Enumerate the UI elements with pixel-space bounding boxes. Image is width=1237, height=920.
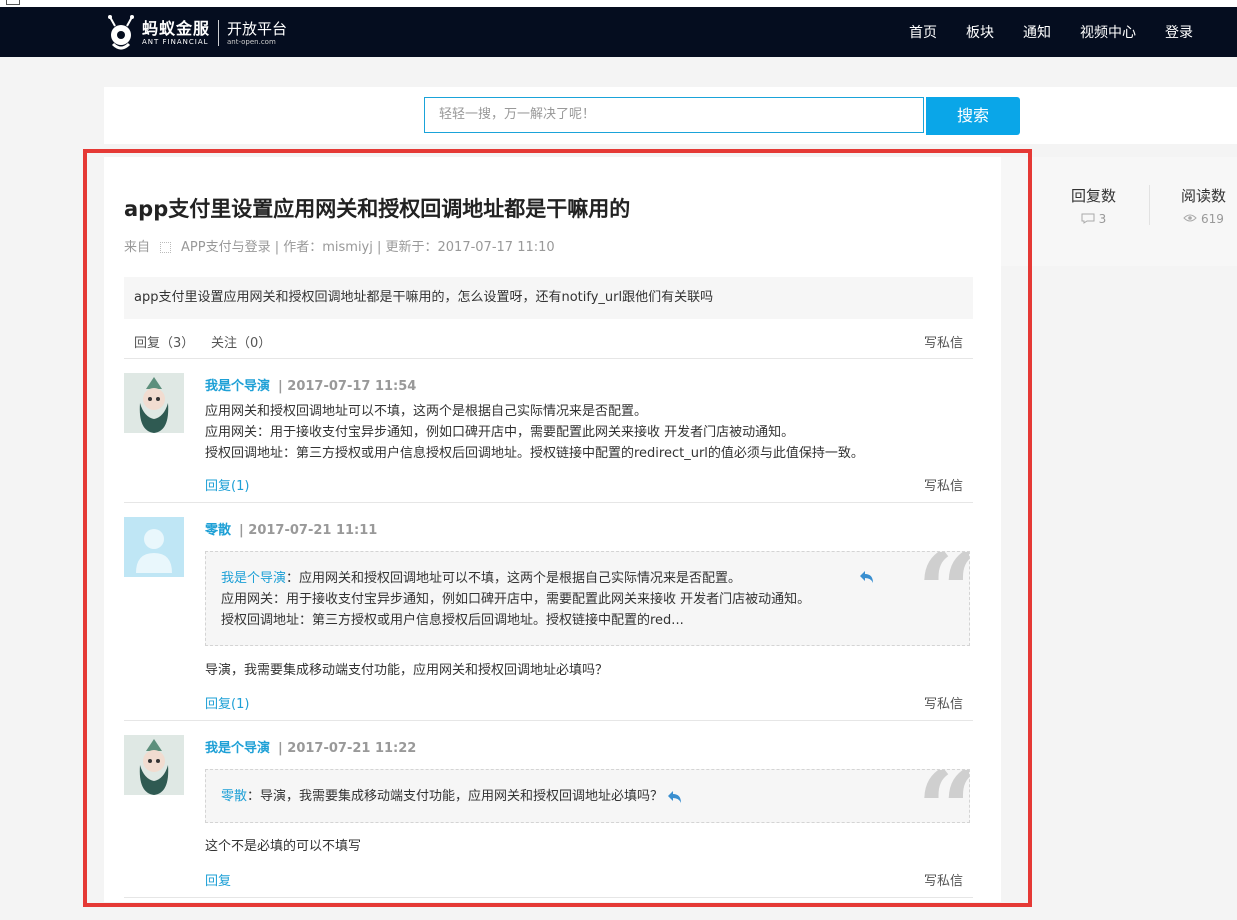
stats-divider [1149, 185, 1150, 225]
reply-button[interactable]: 回复(1) [205, 693, 249, 712]
quote-line: 零散：导演，我需要集成移动端支付功能，应用网关和授权回调地址必填吗？ [221, 786, 969, 807]
replies-value: 3 [1098, 212, 1107, 226]
nav-home[interactable]: 首页 [909, 22, 937, 42]
post-stats-panel: 回复数 3 阅读数 619 [1001, 157, 1237, 266]
meta-details: APP支付与登录 | 作者：mismiyj | 更新于：2017-07-17 1… [181, 240, 555, 255]
top-nav: 首页 板块 通知 视频中心 登录 [880, 7, 1193, 57]
reply-body: 这个不是必填的可以不填写 [205, 839, 362, 854]
reply-date: | 2017-07-17 11:54 [278, 379, 417, 394]
nav-video-center[interactable]: 视频中心 [1080, 22, 1136, 42]
post-tabs: 回复（3） 关注（0） 写私信 [124, 323, 973, 359]
reply-body: 导演，我需要集成移动端支付功能，应用网关和授权回调地址必填吗？ [205, 663, 609, 678]
reply-item: 零散 | 2017-07-21 11:11 我是个导演：应用网关和授权回调地址可以… [124, 503, 973, 721]
quote-author[interactable]: 我是个导演 [221, 571, 286, 586]
private-message-link[interactable]: 写私信 [924, 693, 963, 712]
quote-line: 授权回调地址：第三方授权或用户信息授权后回调地址。授权链接中配置的red... [221, 613, 684, 628]
search-input[interactable]: 轻轻一搜，万一解决了呢！ [424, 97, 924, 133]
quoted-reply: 我是个导演：应用网关和授权回调地址可以不填，这两个是根据自己实际情况来是否配置。… [205, 551, 970, 646]
quote-mark-icon: “ [916, 551, 969, 646]
reply-author[interactable]: 我是个导演 | 2017-07-21 11:22 [205, 737, 416, 756]
quote-text: ：导演，我需要集成移动端支付功能，应用网关和授权回调地址必填吗？ [247, 789, 664, 804]
private-message-link[interactable]: 写私信 [924, 332, 963, 351]
reply-line: 应用网关和授权回调地址可以不填，这两个是根据自己实际情况来是否配置。 [205, 404, 648, 419]
logo-divider [218, 20, 220, 46]
ant-logo-icon [108, 15, 134, 50]
avatar[interactable] [124, 517, 184, 577]
author-name[interactable]: 零散 [205, 523, 231, 538]
reply-author[interactable]: 零散 | 2017-07-21 11:11 [205, 519, 377, 538]
reply-arrow-icon[interactable] [859, 570, 875, 584]
site-header: 蚂蚁金服 ANT FINANCIAL 开放平台 ant-open.com 首页 … [0, 7, 1237, 57]
author-name[interactable]: 我是个导演 [205, 379, 270, 394]
reply-date: | 2017-07-21 11:22 [278, 741, 417, 756]
search-button[interactable]: 搜索 [926, 97, 1020, 135]
reply-line: 应用网关：用于接收支付宝异步通知，例如口碑开店中，需要配置此网关来接收 开发者门… [205, 425, 795, 440]
reads-stat: 阅读数 619 [1181, 185, 1226, 226]
reply-item: 我是个导演 | 2017-07-21 11:22 零散：导演，我需要集成移动端支付… [124, 721, 973, 898]
board-icon [160, 242, 172, 253]
reply-body: 应用网关和授权回调地址可以不填，这两个是根据自己实际情况来是否配置。 应用网关：… [205, 401, 864, 464]
tab-replies[interactable]: 回复（3） [134, 332, 194, 351]
question-body: app支付里设置应用网关和授权回调地址都是干嘛用的，怎么设置呀，还有notify… [124, 277, 973, 319]
reply-author[interactable]: 我是个导演 | 2017-07-17 11:54 [205, 375, 416, 394]
platform-cn: 开放平台 [227, 19, 288, 38]
window-edge-icon [6, 0, 20, 5]
platform-en: ant-open.com [227, 37, 276, 46]
replies-count: 3 [1071, 212, 1116, 226]
author-name[interactable]: 我是个导演 [205, 741, 270, 756]
private-message-link[interactable]: 写私信 [924, 475, 963, 494]
reads-count: 619 [1181, 212, 1226, 226]
nav-login[interactable]: 登录 [1165, 22, 1193, 42]
quote-line: 应用网关：用于接收支付宝异步通知，例如口碑开店中，需要配置此网关来接收 开发者门… [221, 592, 811, 607]
replies-stat: 回复数 3 [1071, 185, 1116, 226]
site-logo[interactable]: 蚂蚁金服 ANT FINANCIAL 开放平台 ant-open.com [104, 13, 287, 53]
reads-label: 阅读数 [1181, 187, 1227, 205]
reads-value: 619 [1200, 212, 1224, 226]
post-title: app支付里设置应用网关和授权回调地址都是干嘛用的 [124, 197, 631, 221]
brand-cn: 蚂蚁金服 [142, 18, 211, 38]
tab-follow[interactable]: 关注（0） [211, 332, 271, 351]
reply-line: 授权回调地址：第三方授权或用户信息授权后回调地址。授权链接中配置的redirec… [205, 446, 864, 461]
avatar[interactable] [124, 373, 184, 433]
brand-en: ANT FINANCIAL [142, 37, 209, 46]
brand-text: 蚂蚁金服 ANT FINANCIAL [142, 18, 211, 47]
reply-date: | 2017-07-21 11:11 [239, 523, 378, 538]
post-meta: 来自 APP支付与登录 | 作者：mismiyj | 更新于：2017-07-17… [124, 236, 555, 255]
meta-from: 来自 [124, 240, 151, 255]
replies-label: 回复数 [1071, 187, 1117, 205]
reply-button[interactable]: 回复 [205, 870, 231, 889]
quote-line: 我是个导演：应用网关和授权回调地址可以不填，这两个是根据自己实际情况来是否配置。 [221, 568, 969, 589]
nav-notices[interactable]: 通知 [1023, 22, 1051, 42]
browser-top-strip [0, 0, 1237, 7]
quote-text: ：应用网关和授权回调地址可以不填，这两个是根据自己实际情况来是否配置。 [286, 571, 742, 586]
eye-icon [1183, 214, 1197, 222]
quoted-reply: 零散：导演，我需要集成移动端支付功能，应用网关和授权回调地址必填吗？ “ [205, 769, 970, 823]
reply-arrow-icon[interactable] [667, 790, 683, 804]
quote-author[interactable]: 零散 [221, 789, 247, 804]
quote-mark-icon: “ [917, 770, 969, 822]
reply-item: 我是个导演 | 2017-07-17 11:54 应用网关和授权回调地址可以不填，… [124, 359, 973, 503]
private-message-link[interactable]: 写私信 [924, 870, 963, 889]
avatar[interactable] [124, 735, 184, 795]
comment-icon [1081, 213, 1095, 224]
reply-button[interactable]: 回复(1) [205, 475, 249, 494]
platform-text: 开放平台 ant-open.com [227, 20, 287, 47]
nav-boards[interactable]: 板块 [966, 22, 994, 42]
